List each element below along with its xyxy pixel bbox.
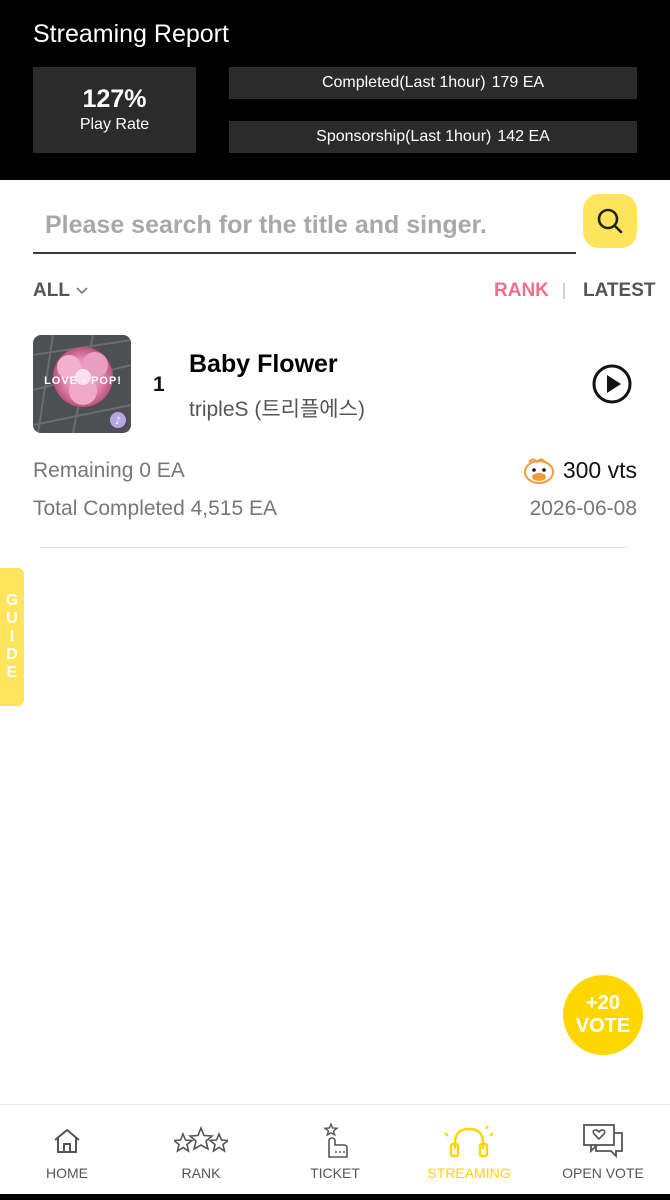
completed-value: 179 EA [491, 74, 545, 91]
svg-text:♪: ♪ [115, 416, 121, 427]
nav-item-rank[interactable]: RANK [134, 1105, 268, 1194]
chat-vote-icon [583, 1124, 623, 1159]
chevron-down-icon [76, 287, 88, 295]
page-title: Streaming Report [33, 20, 229, 48]
song-date: 2026-06-08 [529, 497, 637, 520]
nav-label-home: HOME [46, 1165, 88, 1181]
duck-icon [523, 458, 554, 484]
sort-rank-tab[interactable]: RANK [494, 280, 549, 302]
bottom-nav: HOME RANK TICKET STREAMING OPEN VOTE [0, 1104, 670, 1194]
song-title: Baby Flower [189, 350, 338, 378]
guide-letter: U [6, 610, 18, 627]
nav-label-streaming: STREAMING [427, 1165, 511, 1181]
album-cover-text: LOVE ◦ POP! [44, 375, 122, 387]
streaming-report-header: Streaming Report 127% Play Rate Complete… [0, 0, 670, 180]
total-completed: Total Completed 4,515 EA [33, 497, 277, 520]
guide-tab[interactable]: G U I D E [0, 568, 24, 706]
vote-count: 300 vts [523, 456, 637, 484]
nav-label-rank: RANK [181, 1165, 221, 1181]
vote-fab-button[interactable]: +20 VOTE [563, 975, 643, 1055]
stars-icon [174, 1126, 228, 1153]
play-rate-label: Play Rate [79, 116, 150, 133]
home-icon [54, 1129, 80, 1153]
nav-label-ticket: TICKET [310, 1165, 360, 1181]
guide-letter: D [6, 646, 18, 663]
sponsorship-value: 142 EA [497, 128, 550, 145]
nav-item-open-vote[interactable]: OPEN VOTE [536, 1105, 670, 1194]
headphones-icon [444, 1125, 494, 1158]
bottom-edge [0, 1194, 670, 1200]
sort-latest-tab[interactable]: LATEST [583, 280, 655, 302]
nav-item-streaming[interactable]: STREAMING [402, 1105, 536, 1194]
guide-letter: I [9, 628, 15, 645]
nav-label-open-vote: OPEN VOTE [562, 1165, 644, 1181]
sort-divider [563, 283, 565, 299]
completed-stat: Completed(Last 1hour) 179 EA [229, 67, 637, 99]
category-dropdown[interactable]: ALL [33, 280, 88, 302]
search-button[interactable] [583, 194, 637, 248]
play-button[interactable] [590, 362, 634, 406]
sponsorship-stat: Sponsorship(Last 1hour) 142 EA [229, 121, 637, 153]
nav-item-home[interactable]: HOME [0, 1105, 134, 1194]
song-artist: tripleS (트리플에스) [189, 398, 365, 421]
vote-fab-amount: +20 [586, 992, 620, 1014]
completed-label: Completed(Last 1hour) [321, 74, 486, 91]
play-icon [592, 364, 632, 404]
ticket-icon [323, 1123, 348, 1158]
sponsorship-label: Sponsorship(Last 1hour) [316, 128, 492, 145]
category-label: ALL [33, 280, 70, 301]
vote-fab-label: VOTE [575, 1015, 631, 1037]
remaining-count: Remaining 0 EA [33, 459, 185, 482]
play-rate-value: 127% [82, 85, 147, 113]
guide-letter: E [6, 664, 18, 681]
nav-item-ticket[interactable]: TICKET [268, 1105, 402, 1194]
play-rate-box: 127% Play Rate [33, 67, 196, 153]
vote-count-value: 300 vts [562, 456, 637, 483]
song-rank: 1 [153, 373, 165, 396]
list-divider [40, 547, 628, 548]
search-input[interactable] [33, 198, 576, 254]
album-art: ♪ LOVE ◦ POP! [33, 335, 131, 433]
guide-letter: G [5, 592, 19, 609]
search-icon [597, 208, 623, 234]
